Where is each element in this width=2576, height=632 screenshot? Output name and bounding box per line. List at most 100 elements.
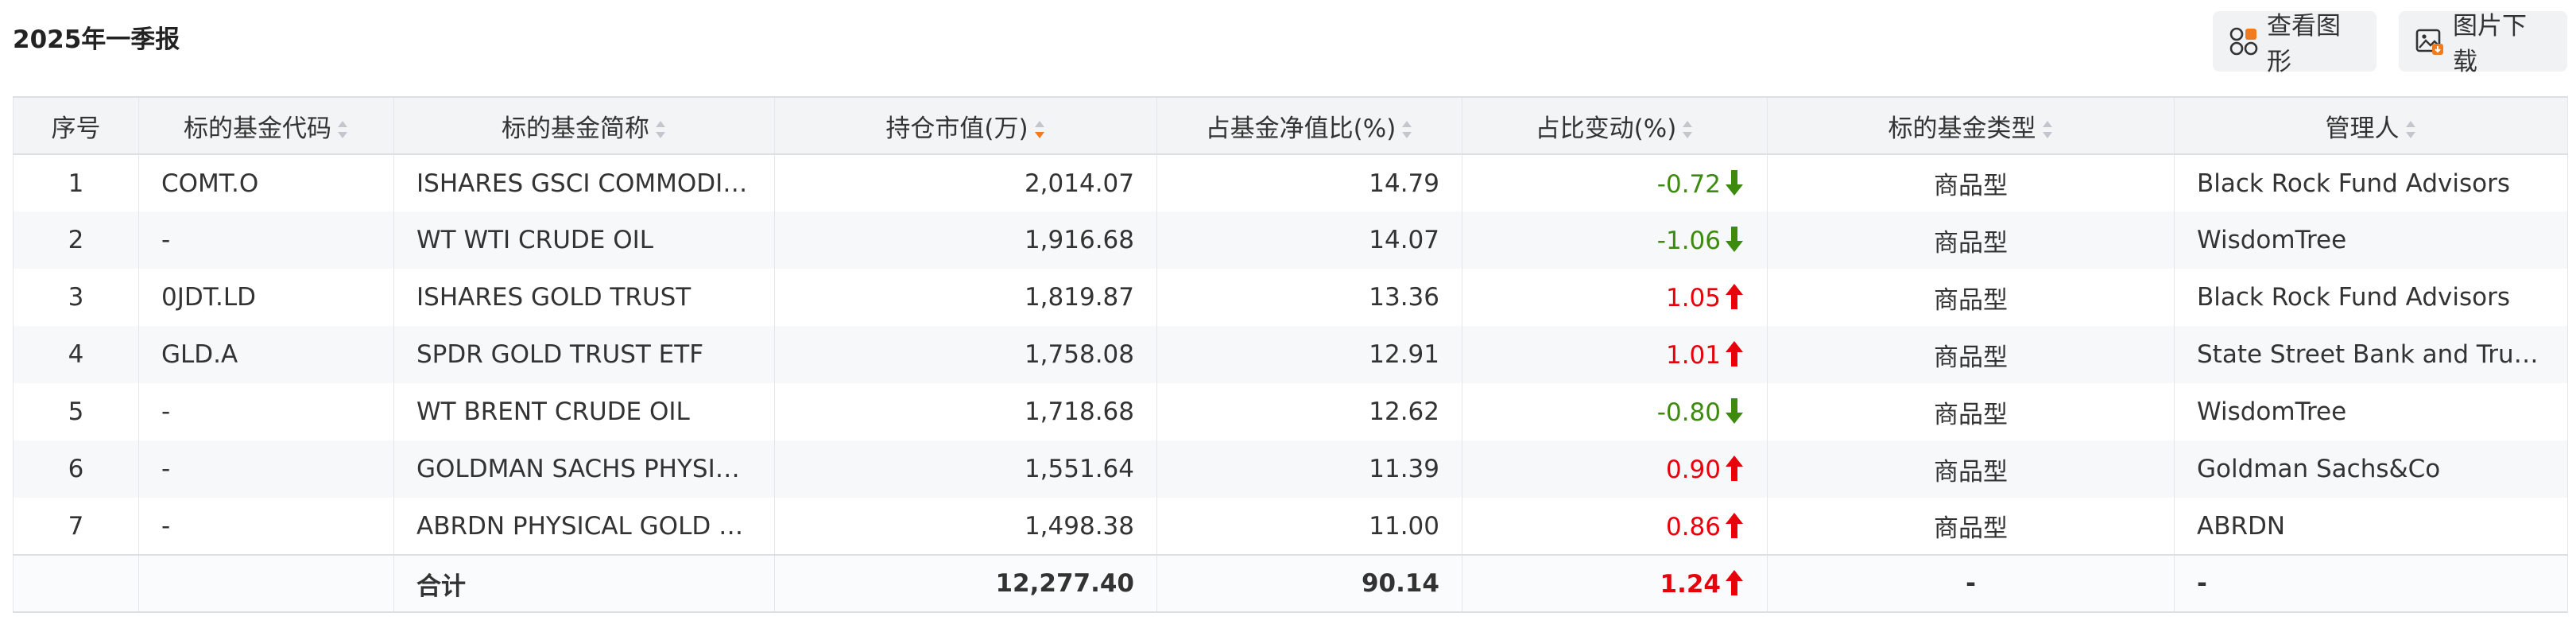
sort-icon[interactable] xyxy=(654,119,667,140)
manager-cell[interactable]: ABRDN xyxy=(2174,498,2568,555)
ratio-change-cell: 0.90 xyxy=(1462,440,1768,498)
sort-icon[interactable] xyxy=(2404,119,2417,140)
fund-name-cell[interactable]: WT BRENT CRUDE OIL xyxy=(393,383,775,440)
total-change-value: 1.24 xyxy=(1660,570,1722,599)
nav-ratio-cell: 12.91 xyxy=(1156,326,1462,383)
fund-name-cell[interactable]: ISHARES GSCI COMMODITY DYNAMIC ROLL STRA… xyxy=(393,154,775,211)
table-row[interactable]: 4 GLD.A SPDR GOLD TRUST ETF 1,758.08 12.91 1.… xyxy=(13,326,2568,383)
market-value-cell: 1,551.64 xyxy=(774,440,1157,498)
ratio-change-cell: -1.06 xyxy=(1462,211,1768,269)
market-value-cell: 1,758.08 xyxy=(774,326,1157,383)
market-value-cell: 1,498.38 xyxy=(774,498,1157,555)
fund-type-cell: 商品型 xyxy=(1767,440,2175,498)
fund-name-cell[interactable]: ABRDN PHYSICAL GOLD SHARES ETF xyxy=(393,498,775,555)
nav-ratio-cell: 11.00 xyxy=(1156,498,1462,555)
nav-ratio-cell: 14.07 xyxy=(1156,211,1462,269)
manager-cell[interactable]: WisdomTree xyxy=(2174,211,2568,269)
manager-cell[interactable]: Black Rock Fund Advisors xyxy=(2174,269,2568,326)
col-header-code[interactable]: 标的基金代码 xyxy=(138,96,394,155)
fund-code-cell: 0JDT.LD xyxy=(138,269,394,326)
view-chart-label: 查看图形 xyxy=(2267,12,2341,76)
ratio-change-cell: -0.80 xyxy=(1462,383,1768,440)
arrow-up-icon xyxy=(1726,284,1743,309)
row-no-cell: 7 xyxy=(13,498,139,555)
sort-icon[interactable] xyxy=(2041,119,2054,140)
fund-code-cell: - xyxy=(138,440,394,498)
fund-type-cell: 商品型 xyxy=(1767,383,2175,440)
col-header-manager[interactable]: 管理人 xyxy=(2174,96,2568,155)
sort-desc-active-icon[interactable] xyxy=(1033,119,1046,140)
chart-view-icon xyxy=(2229,26,2259,56)
table-row[interactable]: 1COMT.OISHARES GSCI COMMODITY DYNAMIC RO… xyxy=(13,154,2568,211)
total-manager: - xyxy=(2174,554,2568,613)
nav-ratio-cell: 14.79 xyxy=(1156,154,1462,211)
fund-type-cell: 商品型 xyxy=(1767,498,2175,555)
col-header-nav-ratio[interactable]: 占基金净值比(%) xyxy=(1156,96,1462,155)
row-no-cell: 4 xyxy=(13,326,139,383)
total-ratio-change: 1.24 xyxy=(1462,554,1768,613)
sort-icon[interactable] xyxy=(1681,119,1694,140)
download-image-button[interactable]: 图片下载 xyxy=(2399,11,2567,76)
fund-name-cell[interactable]: SPDR GOLD TRUST ETF xyxy=(393,326,775,383)
manager-cell[interactable]: State Street Bank and Trust Company xyxy=(2174,326,2568,383)
nav-ratio-cell: 12.62 xyxy=(1156,383,1462,440)
fund-type-cell: 商品型 xyxy=(1767,326,2175,383)
change-value: 0.86 xyxy=(1665,512,1721,541)
nav-ratio-cell: 13.36 xyxy=(1156,269,1462,326)
manager-cell[interactable]: WisdomTree xyxy=(2174,383,2568,440)
fund-type-cell: 商品型 xyxy=(1767,154,2175,211)
total-fund-type: - xyxy=(1767,554,2175,613)
arrow-down-icon xyxy=(1726,227,1743,252)
arrow-up-icon xyxy=(1726,512,1743,538)
total-market-value: 12,277.40 xyxy=(774,554,1157,613)
market-value-cell: 2,014.07 xyxy=(774,154,1157,211)
manager-cell[interactable]: Goldman Sachs&Co xyxy=(2174,440,2568,498)
col-header-market-value[interactable]: 持仓市值(万) xyxy=(774,96,1157,155)
change-value: 1.05 xyxy=(1665,284,1721,312)
col-header-no: 序号 xyxy=(13,96,139,155)
col-header-ratio-change[interactable]: 占比变动(%) xyxy=(1462,96,1768,155)
manager-cell[interactable]: Black Rock Fund Advisors xyxy=(2174,154,2568,211)
fund-type-cell: 商品型 xyxy=(1767,269,2175,326)
table-row[interactable]: 3 0JDT.LD ISHARES GOLD TRUST 1,819.87 13.36 1… xyxy=(13,269,2568,326)
arrow-down-icon xyxy=(1726,398,1743,424)
holdings-table: 序号 标的基金代码 标的基金简称 持仓市值(万) 占基金净值比(%) 占比变动(… xyxy=(13,96,2568,613)
view-chart-button[interactable]: 查看图形 xyxy=(2213,11,2377,76)
arrow-up-icon xyxy=(1726,570,1743,595)
change-value: 1.01 xyxy=(1665,341,1721,370)
col-header-fund-type[interactable]: 标的基金类型 xyxy=(1767,96,2175,155)
image-download-icon xyxy=(2415,26,2445,56)
row-no-cell: 6 xyxy=(13,440,139,498)
fund-name-cell[interactable]: GOLDMAN SACHS PHYSICAL GOLD ETF xyxy=(393,440,775,498)
report-title: 2025年一季报 xyxy=(13,25,180,54)
sort-icon[interactable] xyxy=(336,119,349,140)
table-header-row: 序号 标的基金代码 标的基金简称 持仓市值(万) 占基金净值比(%) 占比变动(… xyxy=(13,96,2568,155)
ratio-change-cell: -0.72 xyxy=(1462,154,1768,211)
market-value-cell: 1,916.68 xyxy=(774,211,1157,269)
col-header-name[interactable]: 标的基金简称 xyxy=(393,96,775,155)
total-row: 合计 12,277.40 90.14 1.24 - - xyxy=(13,554,2568,613)
total-label: 合计 xyxy=(393,554,775,613)
arrow-up-icon xyxy=(1726,341,1743,366)
total-nav-ratio: 90.14 xyxy=(1156,554,1462,613)
ratio-change-cell: 1.05 xyxy=(1462,269,1768,326)
fund-type-cell: 商品型 xyxy=(1767,211,2175,269)
table-row[interactable]: 6-GOLDMAN SACHS PHYSICAL GOLD ETF1,551.6… xyxy=(13,440,2568,498)
fund-name-cell[interactable]: WT WTI CRUDE OIL xyxy=(393,211,775,269)
change-value: -0.72 xyxy=(1656,169,1721,199)
arrow-up-icon xyxy=(1726,456,1743,481)
market-value-cell: 1,819.87 xyxy=(774,269,1157,326)
table-row[interactable]: 2- WT WTI CRUDE OIL 1,916.68 14.07 -1.06 商品型 W… xyxy=(13,211,2568,269)
nav-ratio-cell: 11.39 xyxy=(1156,440,1462,498)
market-value-cell: 1,718.68 xyxy=(774,383,1157,440)
download-image-label: 图片下载 xyxy=(2453,12,2527,76)
row-no-cell: 5 xyxy=(13,383,139,440)
fund-code-cell: - xyxy=(138,383,394,440)
table-row[interactable]: 5- WT BRENT CRUDE OIL 1,718.68 12.62 -0.80 商品… xyxy=(13,383,2568,440)
arrow-down-icon xyxy=(1726,169,1743,196)
total-code-cell xyxy=(138,554,394,613)
change-value: -1.06 xyxy=(1656,227,1721,255)
fund-name-cell[interactable]: ISHARES GOLD TRUST xyxy=(393,269,775,326)
sort-icon[interactable] xyxy=(1400,119,1413,140)
table-row[interactable]: 7-ABRDN PHYSICAL GOLD SHARES ETF1,498.38… xyxy=(13,498,2568,555)
